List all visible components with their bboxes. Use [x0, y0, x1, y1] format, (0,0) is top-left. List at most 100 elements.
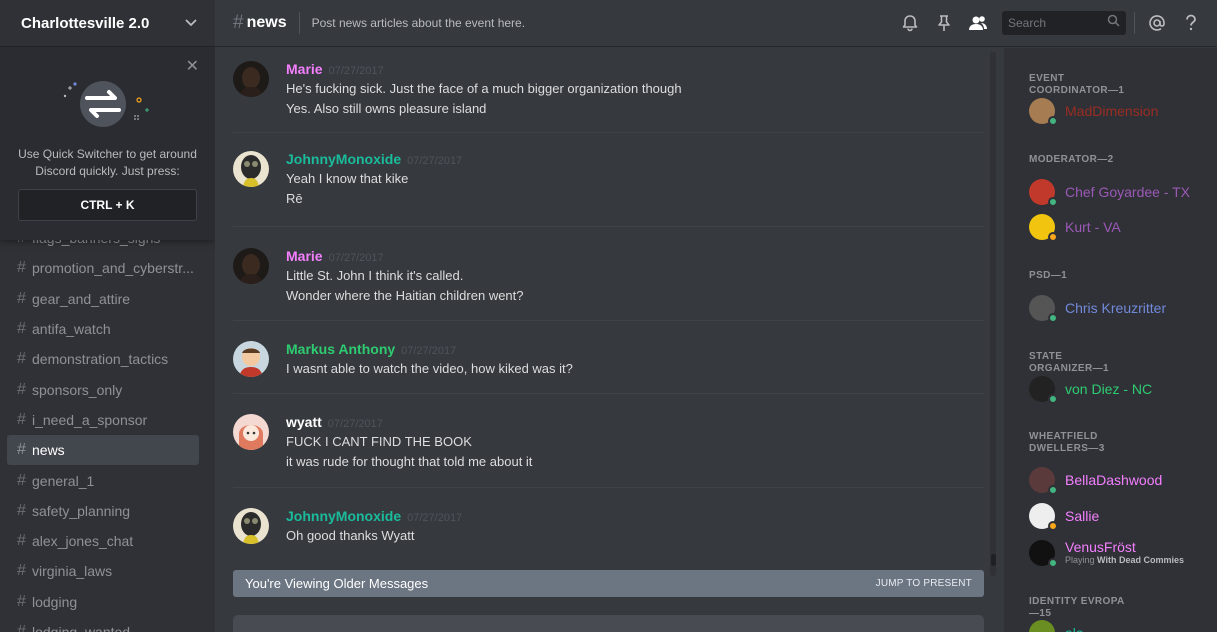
search-icon[interactable]	[1107, 14, 1120, 32]
message-group: JohnnyMonoxide 07/27/2017 Yeah I know that…	[233, 151, 984, 213]
activity-name: With Dead Commies	[1097, 555, 1184, 565]
mention-icon[interactable]	[1145, 11, 1169, 35]
message-list: You're Viewing Older Messages JUMP TO PR…	[215, 48, 1000, 632]
hash-icon: #	[17, 592, 26, 610]
channel-label: alex_jones_chat	[32, 533, 134, 550]
message-text: Little St. John I think it's called.	[286, 268, 464, 283]
channel-item-demonstration-tactics[interactable]: # demonstration_tactics	[7, 344, 199, 374]
search-box[interactable]	[1002, 11, 1126, 35]
member-item[interactable]: MadDimension	[1029, 98, 1158, 126]
author-name[interactable]: Markus Anthony	[286, 341, 395, 357]
channel-label: demonstration_tactics	[32, 351, 169, 368]
message-divider	[233, 393, 984, 394]
member-name: Chef Goyardee - TX	[1065, 184, 1191, 200]
message-group: Marie 07/27/2017 Little St. John I think i…	[233, 248, 984, 310]
author-name[interactable]: wyatt	[286, 414, 322, 430]
member-item[interactable]: von Diez - NC	[1029, 376, 1152, 404]
channel-item-i-need-a-sponsor[interactable]: # i_need_a_sponsor	[7, 405, 199, 435]
channel-item-promotion-and-cyberstr[interactable]: # promotion_and_cyberstr...	[7, 253, 199, 283]
hash-icon: #	[17, 532, 26, 550]
channel-topic: Post news articles about the event here.	[311, 16, 526, 30]
status-indicator	[1048, 197, 1058, 207]
message-composer[interactable]	[233, 615, 984, 632]
channel-item-alex-jones-chat[interactable]: # alex_jones_chat	[7, 526, 199, 556]
status-indicator	[1048, 394, 1058, 404]
avatar	[1029, 467, 1058, 495]
avatar[interactable]	[233, 61, 269, 97]
member-name: VenusFröst	[1065, 539, 1136, 555]
status-indicator	[1048, 232, 1058, 242]
member-item[interactable]: VenusFröst Playing With Dead Commies	[1029, 539, 1184, 568]
guild-header[interactable]: Charlottesville 2.0	[0, 0, 215, 47]
channel-item-antifa-watch[interactable]: # antifa_watch	[7, 314, 199, 344]
member-item[interactable]: BellaDashwood	[1029, 467, 1162, 495]
author-name[interactable]: JohnnyMonoxide	[286, 508, 401, 524]
avatar	[1029, 503, 1058, 531]
quick-switcher-line-2: Discord quickly. Just press:	[35, 164, 180, 178]
avatar[interactable]	[233, 508, 269, 544]
channel-label: virginia_laws	[32, 563, 113, 580]
channel-item-news[interactable]: # news	[7, 435, 199, 466]
channel-item-virginia-laws[interactable]: # virginia_laws	[7, 556, 199, 586]
hash-icon: #	[17, 380, 26, 398]
avatar[interactable]	[233, 414, 269, 450]
avatar	[1029, 295, 1058, 323]
channel-item-lodging[interactable]: # lodging	[7, 587, 199, 617]
avatar	[1029, 539, 1058, 568]
member-item[interactable]: Chris Kreuzritter	[1029, 295, 1167, 323]
help-icon[interactable]	[1179, 11, 1203, 35]
bell-icon[interactable]	[898, 11, 922, 35]
member-item[interactable]: ala	[1029, 620, 1084, 632]
channel-item-general-1[interactable]: # general_1	[7, 465, 199, 495]
channel-item-lodging-wanted[interactable]: # lodging_wanted	[7, 617, 199, 632]
author-name[interactable]: JohnnyMonoxide	[286, 151, 401, 167]
message-text: Yes. Also still owns pleasure island	[286, 101, 487, 116]
role-header: WHEATFIELD DWELLERS—3	[1029, 431, 1105, 454]
message-group: Marie 07/27/2017 He's fucking sick. Just t…	[233, 61, 984, 123]
channel-sidebar: Charlottesville 2.0 #flags_banners_signs…	[0, 0, 215, 632]
message-header: JohnnyMonoxide 07/27/2017	[286, 151, 462, 167]
hash-icon: #	[17, 441, 26, 459]
scrollbar-thumb[interactable]	[991, 554, 996, 566]
role-header: PSD—1	[1029, 270, 1068, 281]
hash-icon: #	[17, 320, 26, 338]
status-indicator	[1048, 557, 1058, 568]
avatar[interactable]	[233, 151, 269, 187]
avatar[interactable]	[233, 341, 269, 377]
channel-label: lodging_wanted	[32, 624, 131, 632]
channel-name: news	[246, 14, 287, 31]
author-name[interactable]: Marie	[286, 61, 323, 77]
timestamp: 07/27/2017	[328, 65, 384, 77]
pin-icon[interactable]	[932, 11, 956, 35]
message-text: I wasnt able to watch the video, how kik…	[286, 361, 573, 376]
header-toolbar	[888, 11, 1217, 35]
member-item[interactable]: Chef Goyardee - TX	[1029, 179, 1191, 207]
activity-prefix: Playing	[1065, 555, 1098, 565]
older-messages-bar: You're Viewing Older Messages JUMP TO PR…	[233, 570, 984, 597]
shortcut-key-button[interactable]: CTRL + K	[18, 189, 197, 221]
hash-icon: #	[17, 289, 26, 307]
channel-item-sponsors-only[interactable]: # sponsors_only	[7, 374, 199, 404]
close-icon[interactable]: ✕	[186, 59, 199, 75]
message-group: wyatt 07/27/2017 FUCK I CANT FIND THE BOOK…	[233, 414, 984, 476]
member-item[interactable]: Sallie	[1029, 503, 1099, 531]
search-input[interactable]	[1008, 16, 1098, 30]
member-list: EVENT COORDINATOR—1 MadDimension MODERATOR…	[1004, 48, 1217, 632]
channel-item-safety-planning[interactable]: # safety_planning	[7, 496, 199, 526]
channel-item-gear-and-attire[interactable]: # gear_and_attire	[7, 284, 199, 314]
member-name: Chris Kreuzritter	[1065, 300, 1167, 316]
member-name: ala	[1065, 625, 1084, 632]
member-list-icon[interactable]	[966, 11, 990, 35]
member-item[interactable]: Kurt - VA	[1029, 214, 1121, 242]
author-name[interactable]: Marie	[286, 248, 323, 264]
role-header: EVENT COORDINATOR—1	[1029, 73, 1125, 96]
message-group: JohnnyMonoxide 07/27/2017 Oh good thanks W…	[233, 508, 984, 550]
scrollbar-track[interactable]	[990, 52, 996, 576]
hash-icon: #	[17, 623, 26, 632]
guild-name: Charlottesville 2.0	[21, 14, 150, 32]
message-text: Rē	[286, 191, 303, 206]
chevron-down-icon[interactable]	[183, 15, 199, 31]
avatar[interactable]	[233, 248, 269, 284]
jump-to-present-button[interactable]: JUMP TO PRESENT	[876, 578, 972, 589]
channel-label: gear_and_attire	[32, 290, 131, 307]
